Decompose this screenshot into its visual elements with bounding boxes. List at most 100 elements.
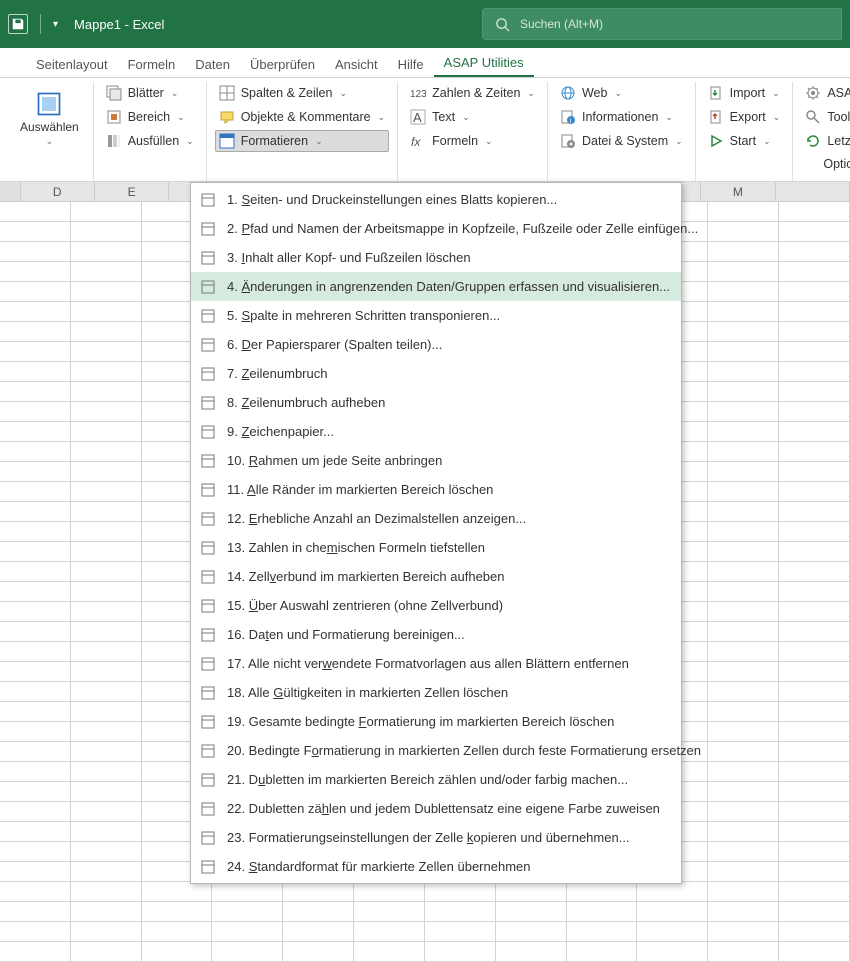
svg-text:fx: fx	[411, 135, 421, 149]
tab-formeln[interactable]: Formeln	[118, 51, 186, 77]
menu-item-18[interactable]: 18. Alle Gültigkeiten in markierten Zell…	[191, 678, 681, 707]
menu-item-6[interactable]: 6. Der Papiersparer (Spalten teilen)...	[191, 330, 681, 359]
menu-item-15[interactable]: 15. Über Auswahl zentrieren (ohne Zellve…	[191, 591, 681, 620]
options-settings-button[interactable]: Optionen und Ein	[801, 154, 850, 174]
group-numbers: 123Zahlen & Zeiten⌄ AText⌄ fxFormeln⌄	[398, 82, 548, 181]
menu-item-label: 15. Über Auswahl zentrieren (ohne Zellve…	[227, 598, 503, 613]
menu-item-21[interactable]: 21. Dubletten im markierten Bereich zähl…	[191, 765, 681, 794]
menu-item-5[interactable]: 5. Spalte in mehreren Schritten transpon…	[191, 301, 681, 330]
tab-daten[interactable]: Daten	[185, 51, 240, 77]
menu-item-icon	[199, 713, 217, 731]
tab-hilfe[interactable]: Hilfe	[388, 51, 434, 77]
menu-item-label: 10. Rahmen um jede Seite anbringen	[227, 453, 442, 468]
menu-item-13[interactable]: 13. Zahlen in chemischen Formeln tiefste…	[191, 533, 681, 562]
last-tool-button[interactable]: Letztes Tool ern	[801, 130, 850, 152]
formulas-button[interactable]: fxFormeln⌄	[406, 130, 539, 152]
menu-item-label: 11. Alle Ränder im markierten Bereich lö…	[227, 482, 493, 497]
menu-item-10[interactable]: 10. Rahmen um jede Seite anbringen	[191, 446, 681, 475]
window-title: Mappe1 - Excel	[74, 17, 164, 32]
menu-item-icon	[199, 684, 217, 702]
search-icon	[495, 17, 510, 32]
menu-item-24[interactable]: 24. Standardformat für markierte Zellen …	[191, 852, 681, 881]
asap-options-button[interactable]: ASAP Utilities O	[801, 82, 850, 104]
menu-item-11[interactable]: 11. Alle Ränder im markierten Bereich lö…	[191, 475, 681, 504]
menu-item-icon	[199, 249, 217, 267]
menu-item-label: 8. Zeilenumbruch aufheben	[227, 395, 385, 410]
menu-item-icon	[199, 307, 217, 325]
menu-item-19[interactable]: 19. Gesamte bedingte Formatierung im mar…	[191, 707, 681, 736]
menu-item-label: 12. Erhebliche Anzahl an Dezimalstellen …	[227, 511, 526, 526]
menu-item-14[interactable]: 14. Zellverbund im markierten Bereich au…	[191, 562, 681, 591]
web-button[interactable]: Web⌄	[556, 82, 687, 104]
menu-item-label: 17. Alle nicht verwendete Formatvorlagen…	[227, 656, 629, 671]
menu-item-label: 22. Dubletten zählen und jedem Dubletten…	[227, 801, 660, 816]
range-button[interactable]: Bereich⌄	[102, 106, 198, 128]
select-button[interactable]: Auswählen ⌄	[14, 86, 85, 151]
menu-item-8[interactable]: 8. Zeilenumbruch aufheben	[191, 388, 681, 417]
menu-item-label: 13. Zahlen in chemischen Formeln tiefste…	[227, 540, 485, 555]
tab-seitenlayout[interactable]: Seitenlayout	[26, 51, 118, 77]
find-tool-button[interactable]: Tool finden und	[801, 106, 850, 128]
column-header[interactable]: D	[21, 182, 95, 201]
menu-item-20[interactable]: 20. Bedingte Formatierung in markierten …	[191, 736, 681, 765]
menu-item-23[interactable]: 23. Formatierungseinstellungen der Zelle…	[191, 823, 681, 852]
menu-item-icon	[199, 452, 217, 470]
menu-item-label: 24. Standardformat für markierte Zellen …	[227, 859, 531, 874]
tab-ansicht[interactable]: Ansicht	[325, 51, 388, 77]
menu-item-1[interactable]: 1. Seiten- und Druckeinstellungen eines …	[191, 185, 681, 214]
objects-comments-button[interactable]: Objekte & Kommentare⌄	[215, 106, 389, 128]
column-header[interactable]	[776, 182, 850, 201]
select-all-cell[interactable]	[0, 182, 21, 201]
menu-item-icon	[199, 800, 217, 818]
import-button[interactable]: Import⌄	[704, 82, 785, 104]
menu-item-label: 23. Formatierungseinstellungen der Zelle…	[227, 830, 630, 845]
menu-item-label: 18. Alle Gültigkeiten in markierten Zell…	[227, 685, 508, 700]
separator	[40, 14, 41, 34]
menu-item-icon	[199, 829, 217, 847]
menu-item-label: 9. Zeichenpapier...	[227, 424, 334, 439]
ribbon-tabs: Seitenlayout Formeln Daten Überprüfen An…	[0, 48, 850, 78]
tab-0[interactable]	[6, 66, 26, 77]
menu-item-label: 14. Zellverbund im markierten Bereich au…	[227, 569, 505, 584]
menu-item-label: 19. Gesamte bedingte Formatierung im mar…	[227, 714, 614, 729]
tab-asap-utilities[interactable]: ASAP Utilities	[434, 49, 534, 77]
export-button[interactable]: Export⌄	[704, 106, 785, 128]
sheets-button[interactable]: Blätter⌄	[102, 82, 198, 104]
menu-item-icon	[199, 394, 217, 412]
menu-item-17[interactable]: 17. Alle nicht verwendete Formatvorlagen…	[191, 649, 681, 678]
menu-item-icon	[199, 220, 217, 238]
text-button[interactable]: AText⌄	[406, 106, 539, 128]
menu-item-icon	[199, 626, 217, 644]
start-button[interactable]: Start⌄	[704, 130, 785, 152]
column-header[interactable]: M	[701, 182, 775, 201]
menu-item-3[interactable]: 3. Inhalt aller Kopf- und Fußzeilen lösc…	[191, 243, 681, 272]
save-icon[interactable]	[8, 14, 28, 34]
menu-item-label: 21. Dubletten im markierten Bereich zähl…	[227, 772, 628, 787]
menu-item-9[interactable]: 9. Zeichenpapier...	[191, 417, 681, 446]
menu-item-12[interactable]: 12. Erhebliche Anzahl an Dezimalstellen …	[191, 504, 681, 533]
group-import: Import⌄ Export⌄ Start⌄	[696, 82, 794, 181]
menu-item-2[interactable]: 2. Pfad und Namen der Arbeitsmappe in Ko…	[191, 214, 681, 243]
menu-item-7[interactable]: 7. Zeilenumbruch	[191, 359, 681, 388]
search-box[interactable]: Suchen (Alt+M)	[482, 8, 842, 40]
file-system-button[interactable]: Datei & System⌄	[556, 130, 687, 152]
tab-ueberpruefen[interactable]: Überprüfen	[240, 51, 325, 77]
menu-item-icon	[199, 655, 217, 673]
group-web: Web⌄ iInformationen⌄ Datei & System⌄	[548, 82, 696, 181]
fill-button[interactable]: Ausfüllen⌄	[102, 130, 198, 152]
numbers-times-button[interactable]: 123Zahlen & Zeiten⌄	[406, 82, 539, 104]
column-header[interactable]: E	[95, 182, 169, 201]
columns-rows-button[interactable]: Spalten & Zeilen⌄	[215, 82, 389, 104]
information-button[interactable]: iInformationen⌄	[556, 106, 687, 128]
menu-item-4[interactable]: 4. Änderungen in angrenzenden Daten/Grup…	[191, 272, 681, 301]
format-dropdown-menu: 1. Seiten- und Druckeinstellungen eines …	[190, 182, 682, 884]
qat-dropdown-icon[interactable]: ▾	[53, 19, 58, 30]
menu-item-label: 16. Daten und Formatierung bereinigen...	[227, 627, 465, 642]
menu-item-icon	[199, 336, 217, 354]
menu-item-label: 2. Pfad und Namen der Arbeitsmappe in Ko…	[227, 221, 698, 236]
menu-item-16[interactable]: 16. Daten und Formatierung bereinigen...	[191, 620, 681, 649]
format-button[interactable]: Formatieren⌄	[215, 130, 389, 152]
menu-item-label: 6. Der Papiersparer (Spalten teilen)...	[227, 337, 442, 352]
menu-item-icon	[199, 191, 217, 209]
menu-item-22[interactable]: 22. Dubletten zählen und jedem Dubletten…	[191, 794, 681, 823]
